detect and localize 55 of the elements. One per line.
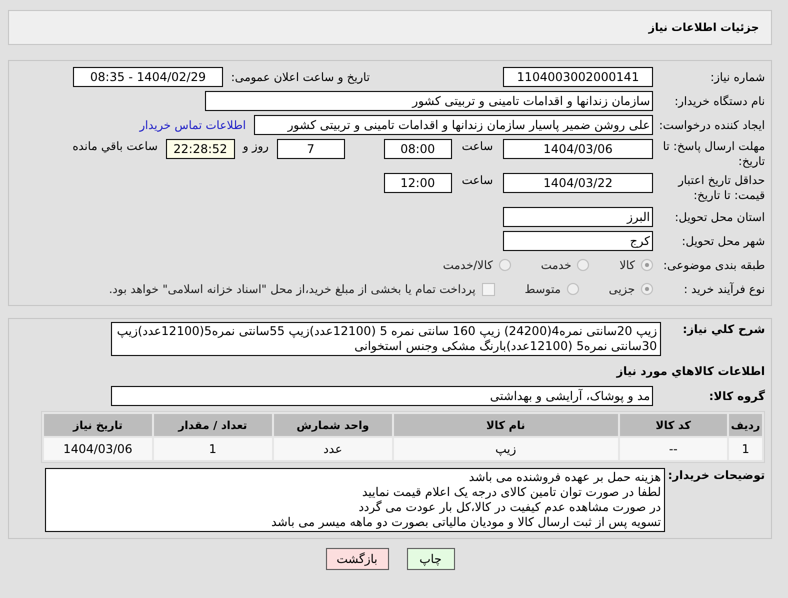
text-field[interactable]: 08:00 — [384, 139, 452, 159]
field-label: شهر محل تحویل: — [680, 234, 765, 248]
description-textarea[interactable]: زیپ 20سانتی نمره4(24200) زیپ 160 سانتی نمره 5 (12100عدد)زیپ 55سانتی نمره5(12100عدد)زیپ 30سانتی نمره5 (12100عدد)بارنگ مشکی وجنس استخوانی — [111, 322, 661, 356]
field-label: اطلاعات کالاهاي مورد نياز — [615, 364, 765, 378]
buyer-notes-textarea[interactable]: هزینه حمل بر عهده فروشنده می باشد لطفا در صورت توان تامین کالای درجه یک اعلام قیمت نمایید در صورت مشاهده عدم کیفیت در کالا،کل بار عودت می گردد تسویه پس از ثبت ارسال کالا و مودیان مالیاتی بصورت دو ماهه میسر می باشد — [45, 468, 665, 532]
table-cell: عدد — [274, 438, 392, 460]
column-header: نام کالا — [394, 414, 618, 436]
column-header: تعداد / مقدار — [154, 414, 272, 436]
field-label: گروه کالا: — [708, 388, 765, 404]
radio-option[interactable]: کالا/خدمت — [442, 258, 511, 272]
text-field[interactable]: سازمان زندانها و اقدامات تامینی و تربیتی کشور — [205, 91, 653, 111]
field-label: مهلت ارسال پاسخ: تا تاریخ: — [662, 139, 765, 169]
field-label: روز و — [242, 139, 269, 153]
text-field[interactable]: 1404/02/29 - 08:35 — [73, 67, 223, 87]
table-cell: زیپ — [394, 438, 618, 460]
treasury-checkbox[interactable]: پرداخت تمام یا بخشی از مبلغ خرید،از محل "اسناد خزانه اسلامی" خواهد بود. — [108, 282, 495, 296]
table-cell: 1 — [154, 438, 272, 460]
field-label: شرح کلي نياز: — [682, 322, 765, 337]
radio-option[interactable]: خدمت — [540, 258, 590, 272]
field-label: ساعت — [462, 173, 493, 187]
field-label: ایجاد کننده درخواست: — [658, 118, 765, 132]
field-label: توضیحات خریدار: — [666, 468, 765, 483]
text-field[interactable]: علی روشن ضمیر پاسیار سازمان زندانها و اقدامات تامینی و تربیتی کشور — [254, 115, 653, 135]
text-field[interactable]: 1404/03/22 — [503, 173, 653, 193]
table-cell: -- — [620, 438, 728, 460]
field-label: تاریخ و ساعت اعلان عمومی: — [231, 70, 370, 84]
column-header: ردیف — [729, 414, 762, 436]
text-field[interactable]: کرج — [503, 231, 653, 251]
text-field[interactable]: 12:00 — [384, 173, 452, 193]
field-label: استان محل تحویل: — [674, 210, 765, 224]
text-field[interactable]: مد و پوشاک، آرایشی و بهداشتی — [111, 386, 653, 406]
column-header: تاریخ نیاز — [44, 414, 152, 436]
field-label: طبقه بندی موضوعی: — [662, 258, 765, 272]
field-label: شماره نیاز: — [709, 70, 765, 84]
back-button[interactable]: بازگشت — [326, 548, 388, 570]
radio-option[interactable]: متوسط — [524, 282, 579, 296]
radio-option[interactable]: کالا — [619, 258, 653, 272]
buyer-contact-link[interactable]: اطلاعات تماس خریدار — [139, 118, 246, 132]
field-label: نوع فرآیند خرید : — [682, 282, 765, 296]
radio-option[interactable]: جزیی — [608, 282, 653, 296]
field-label: نام دستگاه خریدار: — [673, 94, 765, 108]
column-header: کد کالا — [620, 414, 728, 436]
page-title: جزئیات اطلاعات نیاز — [648, 21, 759, 34]
text-field[interactable]: 7 — [276, 139, 345, 159]
text-field[interactable]: 1104003002000141 — [503, 67, 653, 87]
field-label: حداقل تاریخ اعتبار قیمت: تا تاریخ: — [676, 173, 765, 203]
text-field[interactable]: البرز — [503, 207, 653, 227]
column-header: واحد شمارش — [274, 414, 392, 436]
text-field[interactable]: 22:28:52 — [166, 139, 235, 159]
table-cell: 1 — [729, 438, 762, 460]
field-label: ساعت باقي مانده — [72, 139, 158, 153]
print-button[interactable]: چاپ — [406, 548, 454, 570]
field-label: ساعت — [462, 139, 493, 153]
table-cell: 1404/03/06 — [44, 438, 152, 460]
text-field[interactable]: 1404/03/06 — [503, 139, 653, 159]
